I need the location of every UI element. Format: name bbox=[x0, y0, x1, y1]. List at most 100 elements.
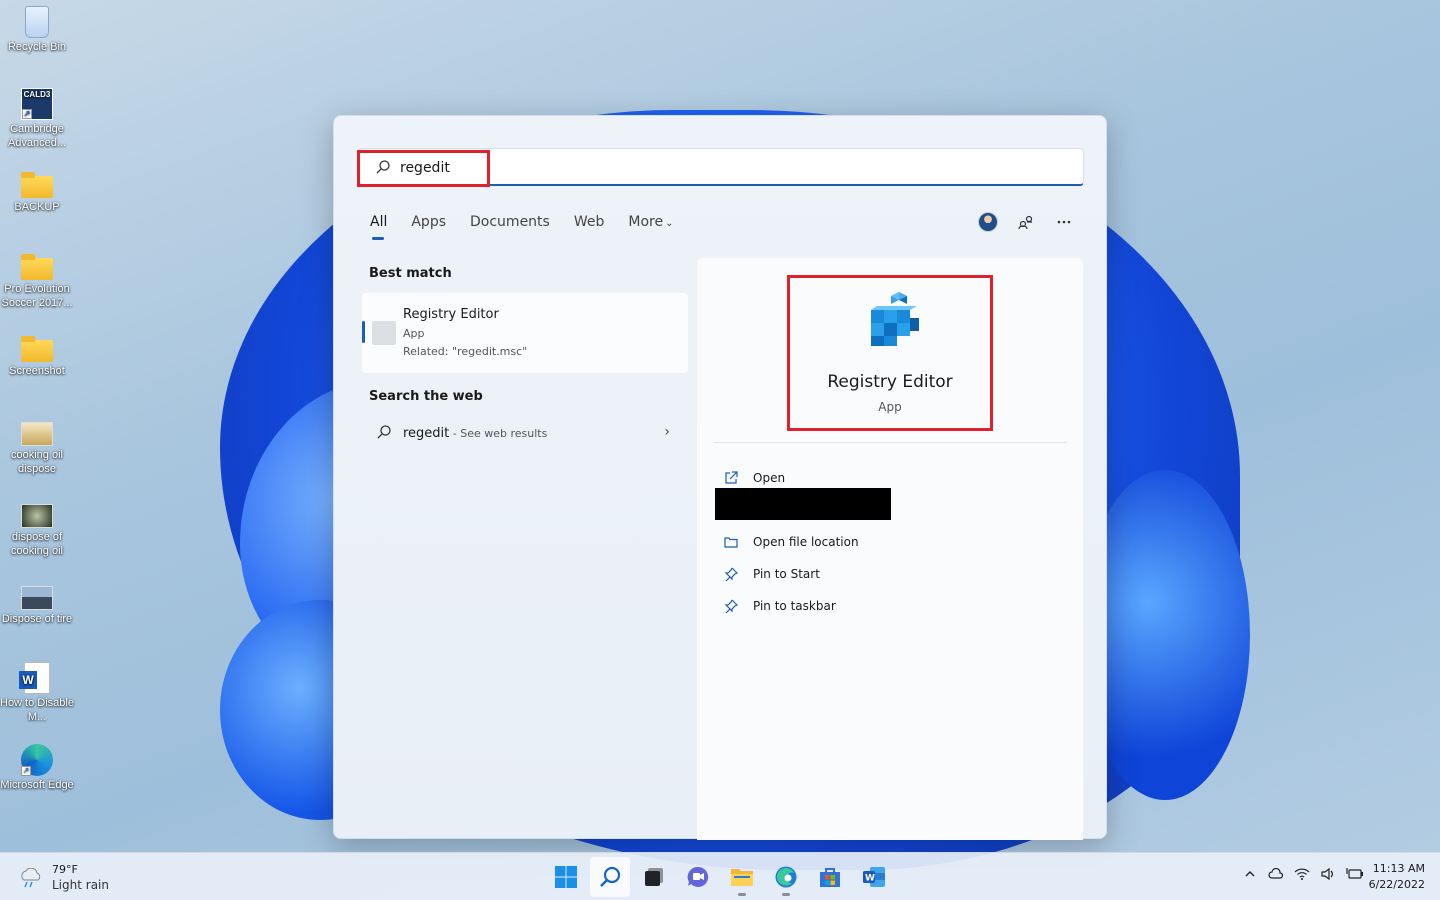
best-match-heading: Best match bbox=[369, 266, 452, 281]
chevron-down-icon: ⌄ bbox=[665, 218, 674, 229]
weather-text: 79°F Light rain bbox=[52, 863, 109, 893]
store-icon bbox=[820, 868, 840, 887]
desktop-icon-label: Cambridge Advanced... bbox=[7, 123, 67, 149]
battery-charging-icon[interactable] bbox=[1346, 867, 1363, 885]
desktop-icon-pes[interactable]: Pro Evolution Soccer 2017... bbox=[0, 252, 74, 310]
open-external-icon bbox=[723, 470, 739, 486]
edge-shortcut-icon: ↗ bbox=[21, 744, 53, 776]
weather-condition: Light rain bbox=[52, 878, 109, 892]
web-result-row[interactable]: regedit - See web results › bbox=[362, 416, 688, 450]
running-indicator bbox=[738, 893, 746, 896]
more-options-button[interactable] bbox=[1052, 210, 1076, 234]
desktop-icon-label: Pro Evolution Soccer 2017... bbox=[1, 283, 73, 309]
action-label: Open file location bbox=[753, 535, 859, 549]
web-query-suffix: - See web results bbox=[449, 427, 548, 440]
folder-icon bbox=[21, 336, 53, 362]
desktop-icon-edge[interactable]: ↗ Microsoft Edge bbox=[0, 744, 74, 792]
results-list: Best match Registry Editor App Related: … bbox=[362, 266, 688, 450]
tab-more[interactable]: More ⌄ bbox=[628, 214, 673, 240]
desktop-icon-label: How to Disable M... bbox=[0, 697, 74, 723]
search-button[interactable] bbox=[590, 857, 630, 897]
tab-documents[interactable]: Documents bbox=[470, 214, 550, 240]
pin-icon bbox=[723, 598, 739, 614]
desktop-icon-label: Dispose of tire bbox=[1, 613, 73, 625]
desktop-icon-dispose-tire[interactable]: Dispose of tire bbox=[0, 580, 74, 626]
result-preview-pane: Registry Editor App Open Open file locat… bbox=[697, 258, 1083, 840]
folder-icon bbox=[21, 172, 53, 198]
desktop-icon-backup[interactable]: BACKUP bbox=[0, 170, 74, 214]
edge-icon bbox=[775, 866, 797, 888]
redacted-action bbox=[715, 488, 891, 520]
store-button[interactable] bbox=[810, 857, 850, 897]
divider bbox=[713, 442, 1067, 443]
svg-text:W: W bbox=[865, 874, 875, 884]
weather-widget[interactable]: 79°F Light rain bbox=[18, 863, 109, 893]
search-web-heading: Search the web bbox=[369, 389, 483, 404]
desktop-icon-label: Microsoft Edge bbox=[0, 779, 74, 791]
desktop-icon-screenshot[interactable]: Screenshot bbox=[0, 334, 74, 378]
taskbar-apps: W bbox=[546, 857, 894, 897]
tab-all[interactable]: All bbox=[370, 214, 387, 240]
preview-highlight-box bbox=[787, 275, 993, 431]
desktop-icon-label: dispose of cooking oil bbox=[11, 531, 63, 557]
clock[interactable]: 11:13 AM 6/22/2022 bbox=[1369, 861, 1425, 893]
desktop-icon-label: Screenshot bbox=[9, 365, 65, 377]
word-icon: W bbox=[863, 867, 885, 887]
chevron-right-icon: › bbox=[664, 424, 670, 440]
chevron-up-icon[interactable] bbox=[1242, 868, 1258, 884]
start-button[interactable] bbox=[546, 857, 586, 897]
desktop-icon-cooking-oil-dispose[interactable]: cooking oil dispose bbox=[0, 416, 74, 476]
avatar bbox=[978, 212, 998, 232]
file-explorer-button[interactable] bbox=[722, 857, 762, 897]
desktop-icon-label: BACKUP bbox=[14, 201, 60, 213]
desktop-icon-how-to-disable[interactable]: How to Disable M... bbox=[0, 662, 74, 724]
taskbar: 79°F Light rain W 11:13 AM 6/22/2022 bbox=[0, 852, 1440, 900]
word-document-icon bbox=[19, 662, 50, 694]
result-name: Registry Editor bbox=[403, 307, 499, 322]
tab-web[interactable]: Web bbox=[574, 214, 605, 240]
folder-open-icon bbox=[723, 534, 739, 550]
weather-temp: 79°F bbox=[52, 863, 78, 876]
search-filter-tabs: All Apps Documents Web More ⌄ bbox=[370, 214, 697, 240]
task-view-icon bbox=[645, 868, 663, 886]
task-view-button[interactable] bbox=[634, 857, 674, 897]
result-related: Related: "regedit.msc" bbox=[403, 345, 528, 358]
onedrive-cloud-icon[interactable] bbox=[1268, 867, 1284, 884]
desktop-icon-cambridge[interactable]: CALD3 ↗ Cambridge Advanced... bbox=[0, 88, 74, 150]
app-placeholder-icon bbox=[372, 321, 396, 345]
desktop-icon-recycle-bin[interactable]: Recycle Bin bbox=[0, 6, 74, 54]
folder-icon bbox=[21, 254, 53, 280]
teams-chat-icon bbox=[687, 866, 709, 887]
search-header-actions bbox=[976, 210, 1076, 234]
windows-logo-icon bbox=[555, 866, 577, 888]
search-icon bbox=[600, 866, 621, 887]
system-tray bbox=[1242, 867, 1363, 885]
web-query-text: regedit bbox=[403, 426, 450, 441]
pin-to-taskbar-action[interactable]: Pin to taskbar bbox=[723, 590, 859, 622]
running-indicator bbox=[782, 893, 790, 896]
action-label: Open bbox=[753, 471, 786, 485]
cald3-shortcut-icon: CALD3 ↗ bbox=[21, 88, 53, 120]
search-icon bbox=[377, 425, 391, 439]
word-button[interactable]: W bbox=[854, 857, 894, 897]
desktop-icon-label: cooking oil dispose bbox=[11, 449, 63, 475]
folder-icon bbox=[731, 869, 753, 886]
wifi-icon[interactable] bbox=[1294, 867, 1310, 885]
ellipsis-icon bbox=[1057, 220, 1071, 224]
account-button[interactable] bbox=[976, 210, 1000, 234]
best-match-result[interactable]: Registry Editor App Related: "regedit.ms… bbox=[362, 293, 688, 373]
desktop-icon-label: Recycle Bin bbox=[7, 41, 67, 53]
tab-apps[interactable]: Apps bbox=[411, 214, 446, 240]
search-panel: regedit All Apps Documents Web More ⌄ Bes… bbox=[333, 115, 1107, 840]
people-connect-icon bbox=[1018, 215, 1033, 230]
desktop-icon-dispose-cooking-oil[interactable]: dispose of cooking oil bbox=[0, 498, 74, 558]
image-thumbnail-icon bbox=[21, 422, 53, 446]
open-file-location-action[interactable]: Open file location bbox=[723, 526, 859, 558]
tab-more-label: More bbox=[628, 214, 664, 230]
share-feedback-button[interactable] bbox=[1014, 210, 1038, 234]
chat-button[interactable] bbox=[678, 857, 718, 897]
volume-icon[interactable] bbox=[1320, 867, 1336, 885]
edge-button[interactable] bbox=[766, 857, 806, 897]
preview-actions: Open Open file location Pin to Start Pin bbox=[715, 462, 891, 622]
pin-to-start-action[interactable]: Pin to Start bbox=[723, 558, 859, 590]
